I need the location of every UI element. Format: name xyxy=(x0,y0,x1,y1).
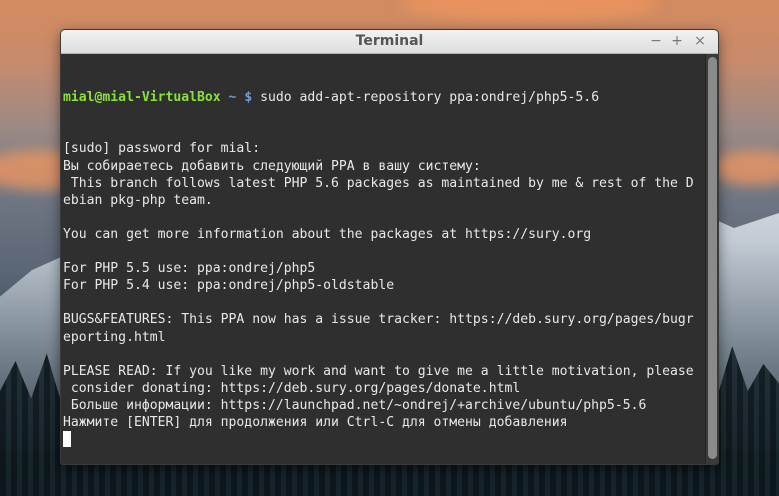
minimize-icon[interactable]: − xyxy=(647,32,665,50)
text-cursor xyxy=(63,431,71,448)
terminal-line: ebian pkg-php team. xyxy=(63,192,213,208)
sunset-cloud xyxy=(400,0,660,20)
maximize-icon[interactable]: + xyxy=(668,32,686,50)
terminal-line: Нажмите [ENTER] для продолжения или Ctrl… xyxy=(63,414,568,430)
sunset-cloud xyxy=(710,150,779,185)
prompt-line: mial@mial-VirtualBox ~ $ sudo add-apt-re… xyxy=(63,89,703,106)
close-icon[interactable]: × xyxy=(691,32,709,50)
terminal-line: [sudo] password for mial: xyxy=(63,141,261,157)
terminal-line: Больше информации: https://launchpad.net… xyxy=(63,397,647,413)
terminal-output[interactable]: mial@mial-VirtualBox ~ $ sudo add-apt-re… xyxy=(61,54,705,464)
scrollbar-thumb[interactable] xyxy=(708,57,717,459)
terminal-line: For PHP 5.4 use: ppa:ondrej/php5-oldstab… xyxy=(63,278,395,294)
terminal-line: eporting.html xyxy=(63,329,166,345)
cursor-line xyxy=(63,431,703,448)
window-title: Terminal xyxy=(355,33,424,49)
terminal-line: You can get more information about the p… xyxy=(63,226,592,242)
terminal-line: Вы собираетесь добавить следующий PPA в … xyxy=(63,158,481,174)
terminal-line: BUGS&FEATURES: This PPA now has a issue … xyxy=(63,312,694,328)
terminal-line: consider donating: https://deb.sury.org/… xyxy=(63,380,521,396)
scrollbar[interactable] xyxy=(705,54,718,464)
prompt-path: ~ $ xyxy=(220,90,253,106)
command-text: sudo add-apt-repository ppa:ondrej/php5-… xyxy=(252,90,600,106)
window-titlebar[interactable]: Terminal − + × xyxy=(61,30,718,54)
terminal-line: For PHP 5.5 use: ppa:ondrej/php5 xyxy=(63,261,316,277)
terminal-line: PLEASE READ: If you like my work and wan… xyxy=(63,363,694,379)
terminal-line: This branch follows latest PHP 5.6 packa… xyxy=(63,175,694,191)
terminal-window[interactable]: Terminal − + × mial@mial-VirtualBox ~ $ … xyxy=(61,30,718,464)
prompt-user: mial@mial-VirtualBox xyxy=(63,90,221,106)
